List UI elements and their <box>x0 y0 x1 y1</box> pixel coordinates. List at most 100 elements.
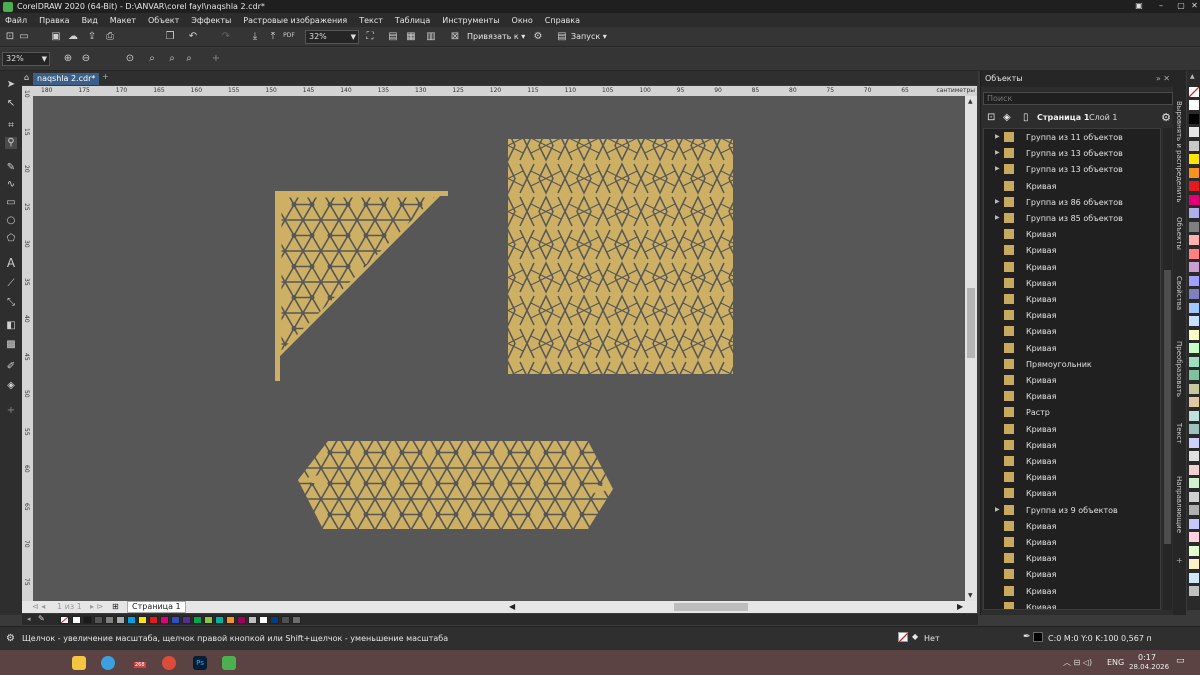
color-swatch[interactable] <box>292 616 301 624</box>
expand-arrow-icon[interactable]: ▶ <box>995 165 1000 172</box>
polygon-tool-icon[interactable]: ⬠ <box>5 233 17 245</box>
next-page-icon[interactable]: ▸ ⊳ <box>90 602 103 611</box>
objects-search-input[interactable]: Поиск <box>983 92 1173 105</box>
panel-gear-icon[interactable]: ⚙ <box>1161 111 1171 124</box>
object-list-item[interactable]: Кривая <box>984 469 1160 485</box>
object-list-item[interactable]: Прямоугольник <box>984 356 1160 372</box>
vertical-ruler[interactable]: 10 15 20 25 30 35 40 45 50 55 60 65 70 75 <box>22 86 33 601</box>
expand-arrow-icon[interactable]: ▶ <box>995 214 1000 221</box>
object-list-item[interactable]: Кривая <box>984 372 1160 388</box>
expand-arrow-icon[interactable]: ▶ <box>995 133 1000 140</box>
color-swatch[interactable] <box>149 616 158 624</box>
color-swatch[interactable] <box>1189 370 1199 380</box>
scrollbar-thumb[interactable] <box>967 288 975 358</box>
add-page-icon[interactable]: ⊞ <box>112 602 119 611</box>
paste-icon[interactable]: ❐ <box>164 31 176 43</box>
dock-tab-properties[interactable]: Свойства <box>1175 276 1183 310</box>
home-icon[interactable]: ⌂ <box>24 73 29 82</box>
zoom-out-icon[interactable]: ⊖ <box>80 53 92 65</box>
clock-date[interactable]: 28.04.2026 <box>1129 663 1169 671</box>
object-list-item[interactable]: Кривая <box>984 550 1160 566</box>
fill-none-icon[interactable] <box>898 632 908 642</box>
dock-tab-text[interactable]: Текст <box>1175 423 1183 444</box>
object-list-item[interactable]: Кривая <box>984 566 1160 582</box>
coreldraw-taskbar-icon[interactable] <box>222 656 236 670</box>
expand-arrow-icon[interactable]: ▶ <box>995 149 1000 156</box>
eyedropper-palette-icon[interactable]: ✎ <box>38 614 45 623</box>
menu-help[interactable]: Справка <box>539 16 586 25</box>
color-swatch[interactable] <box>182 616 191 624</box>
settings-gear-icon[interactable]: ⚙ <box>6 633 15 644</box>
document-tab[interactable]: naqshla 2.cdr* <box>33 73 100 85</box>
scroll-up-icon[interactable]: ▲ <box>968 98 973 105</box>
color-swatch[interactable] <box>1189 140 1199 151</box>
object-list-item[interactable]: Кривая <box>984 534 1160 550</box>
color-swatch[interactable] <box>1189 343 1199 353</box>
color-swatch[interactable] <box>127 616 136 624</box>
color-swatch[interactable] <box>1189 491 1199 502</box>
object-list-item[interactable]: Кривая <box>984 178 1160 194</box>
zoom-page-width-icon[interactable]: ⌕ <box>183 53 195 65</box>
dock-tab-align[interactable]: Выровнять и распределить <box>1175 101 1183 202</box>
close-button[interactable]: ✕ <box>1189 0 1200 13</box>
redo-icon[interactable]: ↷ <box>220 31 232 43</box>
layers-icon[interactable]: ◈ <box>1003 112 1011 123</box>
color-swatch[interactable] <box>1189 397 1199 407</box>
color-swatch[interactable] <box>1189 532 1199 542</box>
color-swatch[interactable] <box>1189 505 1199 515</box>
color-swatch[interactable] <box>1189 424 1199 434</box>
color-swatch[interactable] <box>1189 289 1199 299</box>
color-swatch[interactable] <box>1189 437 1199 448</box>
color-swatch[interactable] <box>1189 478 1199 488</box>
object-list-item[interactable]: ▶ Группа из 85 объектов <box>984 210 1160 226</box>
object-list-item[interactable]: Кривая <box>984 242 1160 258</box>
menu-layout[interactable]: Макет <box>104 16 142 25</box>
first-page-icon[interactable]: ⊲ ◂ <box>32 602 45 611</box>
property-zoom-combo[interactable]: 32% ▼ <box>2 52 50 66</box>
menu-effects[interactable]: Эффекты <box>185 16 237 25</box>
menu-table[interactable]: Таблица <box>389 16 436 25</box>
object-list-item[interactable]: ▶ Группа из 11 объектов <box>984 129 1160 145</box>
view-options-icon[interactable]: ⊡ <box>987 112 995 123</box>
zoom-in-icon[interactable]: ⊕ <box>62 53 74 65</box>
color-swatch[interactable] <box>248 616 257 624</box>
object-list-item[interactable]: Кривая <box>984 340 1160 356</box>
color-swatch[interactable] <box>1189 545 1199 556</box>
page-tab[interactable]: Страница 1 <box>127 601 186 613</box>
zoom-selected-icon[interactable]: ⊙ <box>124 53 136 65</box>
color-swatch[interactable] <box>1189 329 1199 340</box>
menu-window[interactable]: Окно <box>506 16 539 25</box>
color-swatch[interactable] <box>160 616 169 624</box>
zoom-tool-icon[interactable]: ⚲ <box>5 137 17 149</box>
outline-pen-icon[interactable]: ✒ <box>1023 632 1031 642</box>
object-list-item[interactable]: Кривая <box>984 421 1160 437</box>
launch-dropdown[interactable]: Запуск ▾ <box>571 32 607 41</box>
notifications-icon[interactable]: ▭ <box>1176 656 1185 666</box>
horizontal-scrollbar-thumb[interactable] <box>674 603 748 611</box>
palette-scroll-left-icon[interactable]: ◂ <box>27 615 31 623</box>
chrome-icon[interactable] <box>162 656 176 670</box>
color-swatch[interactable] <box>204 616 213 624</box>
ellipse-tool-icon[interactable]: ○ <box>5 215 17 227</box>
dock-tab-transform[interactable]: Преобразовать <box>1175 341 1183 397</box>
object-list-item[interactable]: Кривая <box>984 437 1160 453</box>
connector-tool-icon[interactable]: ⤡ <box>5 297 17 309</box>
clock-time[interactable]: 0:17 <box>1138 653 1156 662</box>
full-screen-icon[interactable]: ⛶ <box>364 31 376 43</box>
publish-pdf-icon[interactable]: PDF <box>283 30 295 42</box>
color-swatch[interactable] <box>94 616 103 624</box>
menu-text[interactable]: Текст <box>353 16 389 25</box>
color-swatch[interactable] <box>1189 275 1199 286</box>
color-swatch[interactable] <box>171 616 180 624</box>
square-pattern-tile[interactable] <box>508 139 733 374</box>
tray-icons[interactable]: ︿ ⊟ ◁) <box>1063 657 1092 668</box>
color-swatch[interactable] <box>1189 127 1199 137</box>
color-swatch[interactable] <box>1189 235 1199 245</box>
drop-shadow-icon[interactable]: ◧ <box>5 320 17 332</box>
text-tool-icon[interactable]: A <box>5 257 17 269</box>
print-icon[interactable]: ⎙ <box>104 31 116 43</box>
dock-tab-objects[interactable]: Объекты <box>1175 217 1183 250</box>
object-list-item[interactable]: Кривая <box>984 453 1160 469</box>
color-swatch[interactable] <box>83 616 92 624</box>
object-list-item[interactable]: Кривая <box>984 291 1160 307</box>
